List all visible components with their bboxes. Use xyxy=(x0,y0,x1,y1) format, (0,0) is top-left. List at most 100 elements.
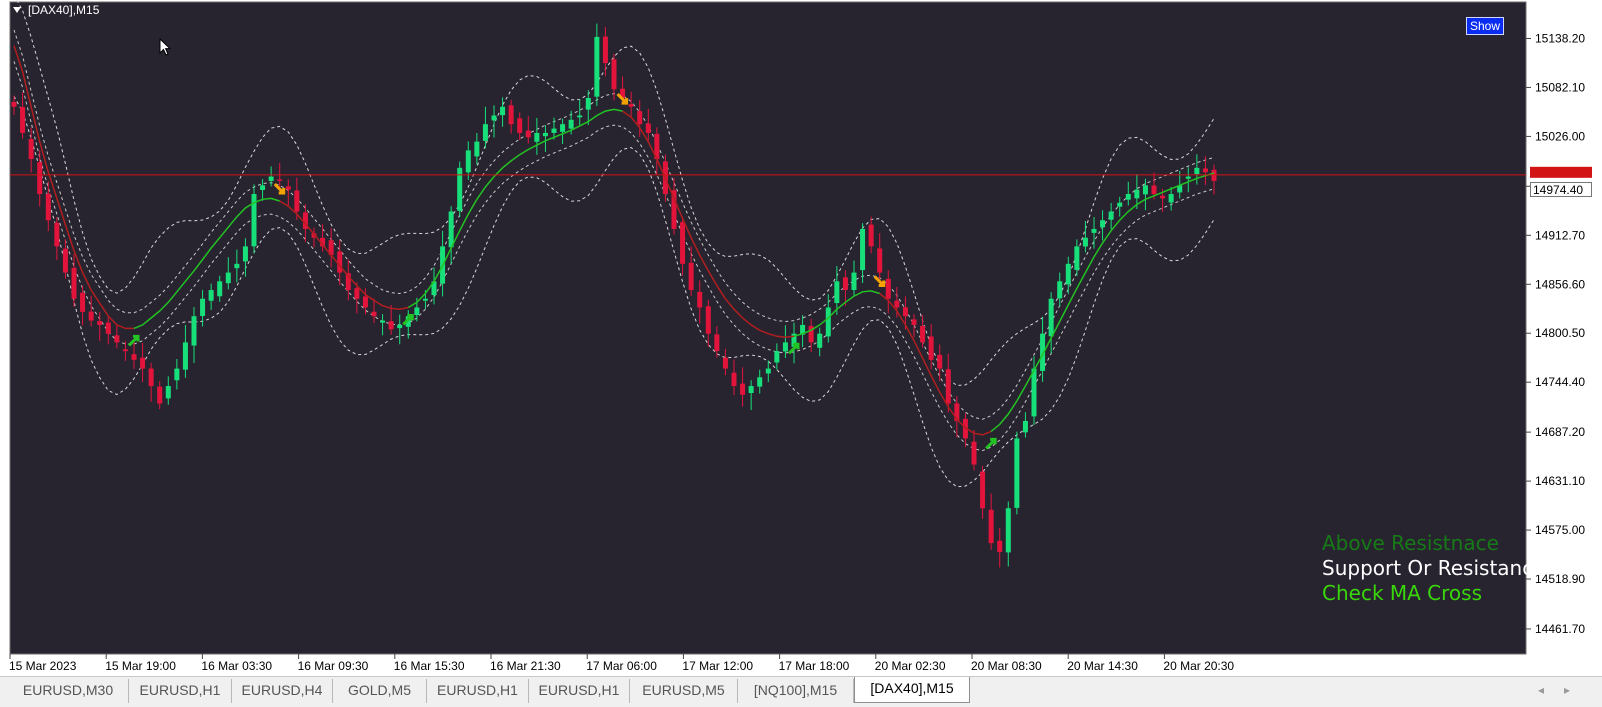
chevron-down-icon[interactable] xyxy=(13,7,21,13)
candle-bull xyxy=(208,290,214,301)
chart-tab[interactable]: EURUSD,H4 xyxy=(232,679,333,703)
candle-bull xyxy=(542,132,548,137)
candle-bull xyxy=(448,211,454,248)
candle-bear xyxy=(508,105,514,125)
candle-bear xyxy=(517,118,523,133)
candle-bear xyxy=(868,224,874,247)
x-tick-label: 16 Mar 21:30 xyxy=(490,659,561,673)
candle-bear xyxy=(388,321,394,330)
candle-bear xyxy=(842,277,848,291)
candle-bear xyxy=(371,311,377,317)
candle-bear xyxy=(902,307,908,317)
x-tick-label: 20 Mar 02:30 xyxy=(875,659,946,673)
x-tick-label: 17 Mar 18:00 xyxy=(779,659,850,673)
signal-legend: Above Resistnace Support Or Resistance C… xyxy=(1322,531,1556,606)
candle-bear xyxy=(637,111,643,125)
candle-bull xyxy=(757,377,763,387)
candle-bull xyxy=(594,36,600,97)
y-tick-label: 14631.10 xyxy=(1535,474,1585,488)
candle-bull xyxy=(551,128,557,133)
y-tick-label: 14800.50 xyxy=(1535,326,1585,340)
candle-bull xyxy=(1117,202,1123,207)
candle-bear xyxy=(1151,185,1157,195)
candle-bear xyxy=(722,357,728,369)
y-tick-label: 15026.00 xyxy=(1535,129,1585,143)
legend-support-resistance: Support Or Resistance xyxy=(1322,556,1546,580)
candle-bear xyxy=(971,441,977,465)
x-tick-label: 20 Mar 20:30 xyxy=(1163,659,1234,673)
candle-bear xyxy=(980,471,986,509)
candle-bear xyxy=(37,162,43,195)
candle-bear xyxy=(877,248,883,273)
candle-bear xyxy=(988,509,994,544)
y-tick-label: 15138.20 xyxy=(1535,31,1585,45)
candle-bull xyxy=(234,263,240,269)
chart-tab[interactable]: EURUSD,H1 xyxy=(529,679,630,703)
x-tick-label: 20 Mar 14:30 xyxy=(1067,659,1138,673)
x-tick-label: 17 Mar 06:00 xyxy=(586,659,657,673)
candle-bull xyxy=(851,272,857,290)
candle-bear xyxy=(354,288,360,299)
candle-bull xyxy=(191,316,197,346)
candle-bear xyxy=(97,321,103,325)
candle-bull xyxy=(560,124,566,132)
candle-bull xyxy=(1091,228,1097,233)
chart-tab[interactable]: EURUSD,H1 xyxy=(129,679,232,703)
candle-bull xyxy=(585,98,591,110)
y-tick-label: 14912.70 xyxy=(1535,228,1585,242)
candle-bull xyxy=(182,342,188,370)
candle-bull xyxy=(465,150,471,173)
candle-bear xyxy=(105,322,111,334)
chart-tab[interactable]: GOLD,M5 xyxy=(333,679,427,703)
chart-tabs-bar: EURUSD,M30 EURUSD,H1 EURUSD,H4 GOLD,M5 EURUS… xyxy=(0,676,1602,707)
candle-bull xyxy=(834,281,840,304)
candle-bull xyxy=(414,307,420,316)
y-tick-label: 14687.20 xyxy=(1535,425,1585,439)
candle-bull xyxy=(482,124,488,141)
chart-tab[interactable]: [DAX40],M15 xyxy=(854,677,970,703)
candle-bear xyxy=(611,59,617,90)
candle-bull xyxy=(1005,508,1011,553)
candle-bear xyxy=(337,251,343,273)
plot-area xyxy=(9,1,1527,655)
last-price-label: 14974.40 xyxy=(1530,182,1592,197)
x-tick-label: 16 Mar 15:30 xyxy=(394,659,465,673)
candle-bull xyxy=(1014,438,1020,508)
candle-bear xyxy=(62,248,68,273)
candle-bull xyxy=(225,272,231,284)
candle-bear xyxy=(80,292,86,312)
candle-bull xyxy=(568,119,574,129)
chart-window[interactable]: 15138.2015082.1015026.0014968.9014912.70… xyxy=(0,0,1602,676)
candle-bull xyxy=(1125,194,1131,200)
tab-scroll-arrows-icon[interactable]: ◂▸ xyxy=(1538,683,1590,697)
candle-bear xyxy=(45,193,51,221)
show-button[interactable]: Show xyxy=(1466,17,1504,35)
chart-tab[interactable]: [NQ100],M15 xyxy=(738,679,854,703)
candle-bull xyxy=(380,320,386,323)
candle-bear xyxy=(525,130,531,138)
candle-bull xyxy=(397,324,403,329)
x-tick-label: 15 Mar 2023 xyxy=(9,659,77,673)
candle-bear xyxy=(54,222,60,247)
candle-bear xyxy=(1211,169,1217,181)
candle-bull xyxy=(1194,167,1200,175)
candle-bull xyxy=(174,368,180,381)
chart-tab[interactable]: EURUSD,M5 xyxy=(630,679,738,703)
chart-tab[interactable]: EURUSD,M30 xyxy=(8,679,129,703)
y-tick-label: 14744.40 xyxy=(1535,375,1585,389)
candle-bull xyxy=(1134,189,1140,199)
candle-bull xyxy=(268,176,274,181)
candle-bear xyxy=(697,291,703,308)
candle-bull xyxy=(577,115,583,118)
candle-bear xyxy=(362,296,368,308)
candle-bear xyxy=(1160,195,1166,199)
candle-bear xyxy=(885,278,891,299)
candle-bull xyxy=(217,281,223,297)
chart-tab[interactable]: EURUSD,H1 xyxy=(427,679,529,703)
candle-bull xyxy=(1031,368,1037,417)
x-tick-label: 17 Mar 12:00 xyxy=(682,659,753,673)
candle-bull xyxy=(1168,194,1174,203)
candle-bull xyxy=(242,246,248,262)
candle-bear xyxy=(997,540,1003,552)
candle-bull xyxy=(491,115,497,121)
